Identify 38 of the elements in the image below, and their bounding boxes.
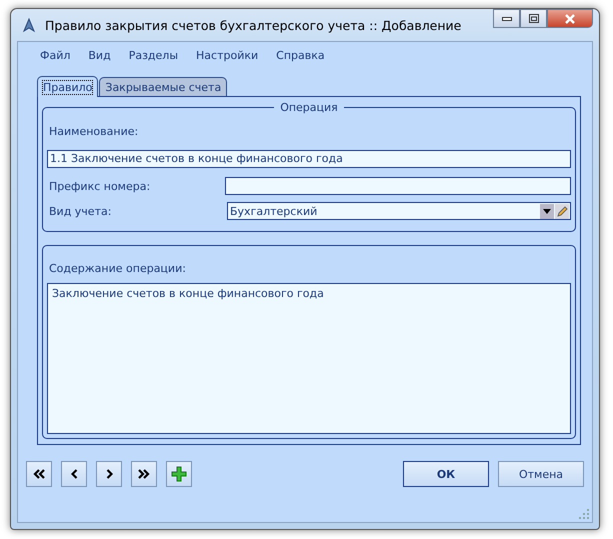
field-label: Содержание операции: [48, 261, 187, 277]
window-title: Правило закрытия счетов бухгалтерского учета :: Добавление [45, 18, 462, 32]
double-right-chevron-icon [138, 469, 150, 479]
ok-button[interactable]: ОК [403, 461, 489, 487]
input-field[interactable]: 1.1 Заключение счетов в конце финансового года [47, 150, 571, 168]
text-area[interactable]: Заключение счетов в конце финансового года [47, 283, 571, 434]
menu-item[interactable]: Разделы [120, 48, 186, 62]
menu-item[interactable]: Настройки [188, 48, 266, 62]
maximize-button[interactable] [520, 9, 547, 28]
right-chevron-icon [106, 469, 112, 479]
previous-button[interactable] [61, 461, 87, 487]
close-button[interactable] [547, 9, 593, 28]
tab[interactable]: Закрываемые счета [99, 77, 228, 96]
menu-item[interactable]: Справка [268, 48, 333, 62]
tab[interactable]: Правило [37, 76, 98, 97]
first-button[interactable] [26, 461, 52, 487]
field-label: Вид учета: [48, 204, 112, 218]
input-field[interactable] [225, 177, 571, 195]
minimize-icon [502, 16, 512, 20]
close-icon [564, 14, 576, 24]
menu-item[interactable]: Вид [80, 48, 119, 62]
field-label: Наименование: [48, 124, 140, 140]
minimize-button[interactable] [493, 9, 520, 28]
dropdown-field[interactable]: Бухгалтерский [227, 202, 571, 220]
app-icon [21, 17, 37, 33]
maximize-icon [528, 14, 538, 23]
cancel-button[interactable]: Отмена [498, 461, 584, 487]
last-button[interactable] [131, 461, 157, 487]
menu-item[interactable]: Файл [32, 48, 78, 62]
left-chevron-icon [70, 469, 78, 479]
plus-icon [171, 466, 187, 482]
field-label: Префикс номера: [48, 180, 152, 192]
double-left-chevron-icon [33, 469, 45, 479]
add-button[interactable] [166, 461, 192, 487]
pencil-icon[interactable] [555, 204, 569, 218]
resize-grip-icon[interactable] [579, 509, 589, 519]
next-button[interactable] [96, 461, 122, 487]
group-title: Операция [279, 101, 339, 114]
